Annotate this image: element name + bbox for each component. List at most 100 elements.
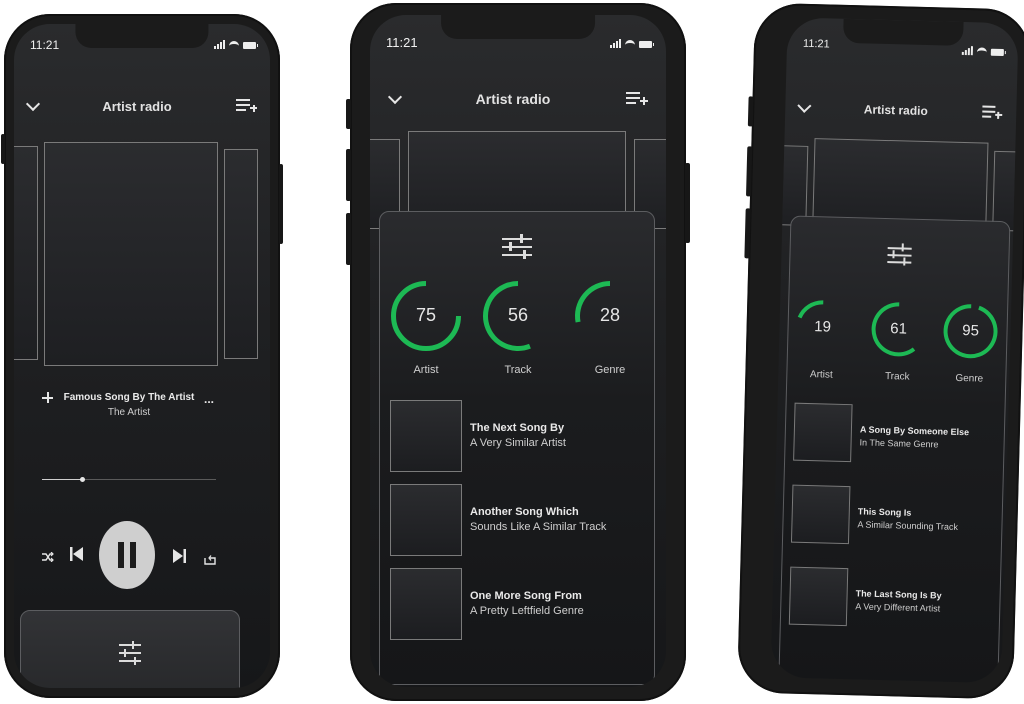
song-subtitle: A Pretty Leftfield Genre	[470, 605, 584, 617]
prev-album-art[interactable]	[14, 146, 38, 360]
status-time: 11:21	[30, 38, 60, 52]
dial-artist[interactable]: 75 Artist	[390, 280, 462, 382]
list-item[interactable]: A Song By Someone Else In The Same Genre	[793, 402, 994, 466]
side-button	[279, 164, 283, 244]
dial-value: 56	[507, 305, 529, 326]
notch	[441, 15, 595, 39]
list-item[interactable]: Another Song Which Sounds Like A Similar …	[390, 484, 640, 556]
song-title: One More Song From	[470, 590, 582, 602]
status-time: 11:21	[802, 37, 830, 51]
chevron-down-icon[interactable]	[797, 98, 812, 113]
side-button	[685, 163, 690, 243]
side-button	[746, 146, 753, 197]
list-item[interactable]: The Next Song By A Very Similar Artist	[390, 400, 640, 472]
dial-value: 95	[961, 322, 980, 340]
song-thumbnail	[390, 400, 462, 472]
header: Artist radio	[14, 94, 270, 118]
progress-handle[interactable]	[80, 477, 86, 482]
side-button	[744, 208, 751, 259]
phone-tuner-b: 11:21 Artist radio 19 Artist 61 Track 95 Genr…	[737, 2, 1024, 700]
signal-icon	[961, 46, 974, 56]
status-icons	[610, 39, 654, 48]
queue-add-icon[interactable]	[626, 92, 648, 106]
dial-track[interactable]: 61 Track	[869, 301, 927, 388]
prev-album-art[interactable]	[780, 145, 809, 226]
side-button	[1, 134, 5, 164]
song-thumbnail	[390, 484, 462, 556]
repeat-icon[interactable]	[204, 552, 216, 565]
status-icons	[214, 40, 258, 49]
progress-fill	[42, 479, 83, 480]
queue-add-icon[interactable]	[236, 99, 257, 113]
song-subtitle: A Very Similar Artist	[470, 437, 566, 449]
shuffle-icon[interactable]	[42, 549, 54, 563]
tune-icon[interactable]	[887, 243, 912, 268]
dial-value: 19	[814, 318, 832, 336]
song-subtitle: Sounds Like A Similar Track	[470, 521, 607, 533]
song-title: The Next Song By	[470, 422, 565, 434]
next-icon[interactable]	[172, 548, 186, 564]
dial-genre[interactable]: 28 Genre	[574, 280, 646, 382]
page-title: Artist radio	[863, 102, 928, 119]
page-title: Artist radio	[475, 91, 551, 107]
song-title: A Song By Someone Else	[859, 424, 970, 438]
tuner-sheet: 19 Artist 61 Track 95 Genre A Song By Someone…	[778, 215, 1011, 684]
track-artist: The Artist	[107, 407, 151, 418]
screen: 11:21 Artist radio Famous Song By The Ar…	[14, 24, 270, 688]
phone-tuner-a: 11:21 Artist radio 75 Artist 56 Track 28 Genr…	[346, 3, 690, 701]
tuner-sheet-collapsed[interactable]	[20, 610, 240, 688]
side-button	[346, 99, 351, 129]
song-title: The Last Song Is By	[855, 588, 942, 601]
dial-value: 28	[599, 305, 621, 326]
dial-genre[interactable]: 95 Genre	[941, 303, 999, 390]
song-thumbnail	[390, 568, 462, 640]
status-icons	[961, 46, 1004, 57]
progress-bar[interactable]	[42, 477, 216, 482]
song-title: This Song Is	[857, 506, 912, 518]
list-item[interactable]: The Last Song Is By A Very Different Arti…	[788, 566, 990, 630]
dial-label: Genre	[955, 372, 984, 385]
next-album-art[interactable]	[224, 149, 258, 359]
screen: 11:21 Artist radio 75 Artist 56 Track 28 Genr…	[370, 15, 666, 687]
album-art	[44, 142, 218, 366]
more-options-button[interactable]: ...	[204, 392, 214, 406]
pause-icon	[118, 542, 136, 568]
wifi-icon	[229, 41, 239, 49]
chevron-down-icon[interactable]	[25, 96, 41, 112]
song-subtitle: A Very Different Artist	[855, 601, 941, 614]
wifi-icon	[976, 47, 987, 56]
header: Artist radio	[370, 87, 666, 111]
chevron-down-icon[interactable]	[387, 89, 403, 105]
signal-icon	[610, 39, 621, 48]
previous-icon[interactable]	[70, 546, 84, 562]
side-button	[346, 149, 351, 201]
next-album-art[interactable]	[992, 150, 1019, 232]
add-to-library-icon[interactable]	[42, 392, 54, 404]
queue-add-icon[interactable]	[982, 105, 1003, 120]
phone-now-playing: 11:21 Artist radio Famous Song By The Ar…	[1, 14, 283, 698]
pause-button[interactable]	[99, 521, 155, 589]
battery-icon	[243, 42, 258, 49]
wifi-icon	[625, 40, 635, 48]
song-thumbnail	[790, 484, 851, 545]
tune-icon[interactable]	[502, 234, 532, 260]
status-time: 11:21	[386, 35, 418, 50]
list-item[interactable]: This Song Is A Similar Sounding Track	[790, 484, 992, 548]
notch	[75, 24, 209, 48]
tune-icon	[119, 641, 141, 665]
battery-icon	[990, 48, 1004, 57]
dial-artist[interactable]: 19 Artist	[793, 299, 851, 386]
song-thumbnail	[788, 566, 849, 627]
notch	[842, 18, 964, 46]
song-subtitle: A Similar Sounding Track	[857, 519, 959, 532]
dial-arc	[797, 300, 824, 319]
side-button	[747, 96, 754, 127]
song-thumbnail	[793, 402, 853, 463]
dial-label: Genre	[594, 364, 626, 376]
dial-value: 61	[890, 320, 908, 338]
dial-track[interactable]: 56 Track	[482, 280, 554, 382]
header: Artist radio	[785, 95, 1017, 125]
list-item[interactable]: One More Song From A Pretty Leftfield Gen…	[390, 568, 640, 640]
signal-icon	[214, 40, 225, 49]
page-title: Artist radio	[102, 98, 172, 114]
